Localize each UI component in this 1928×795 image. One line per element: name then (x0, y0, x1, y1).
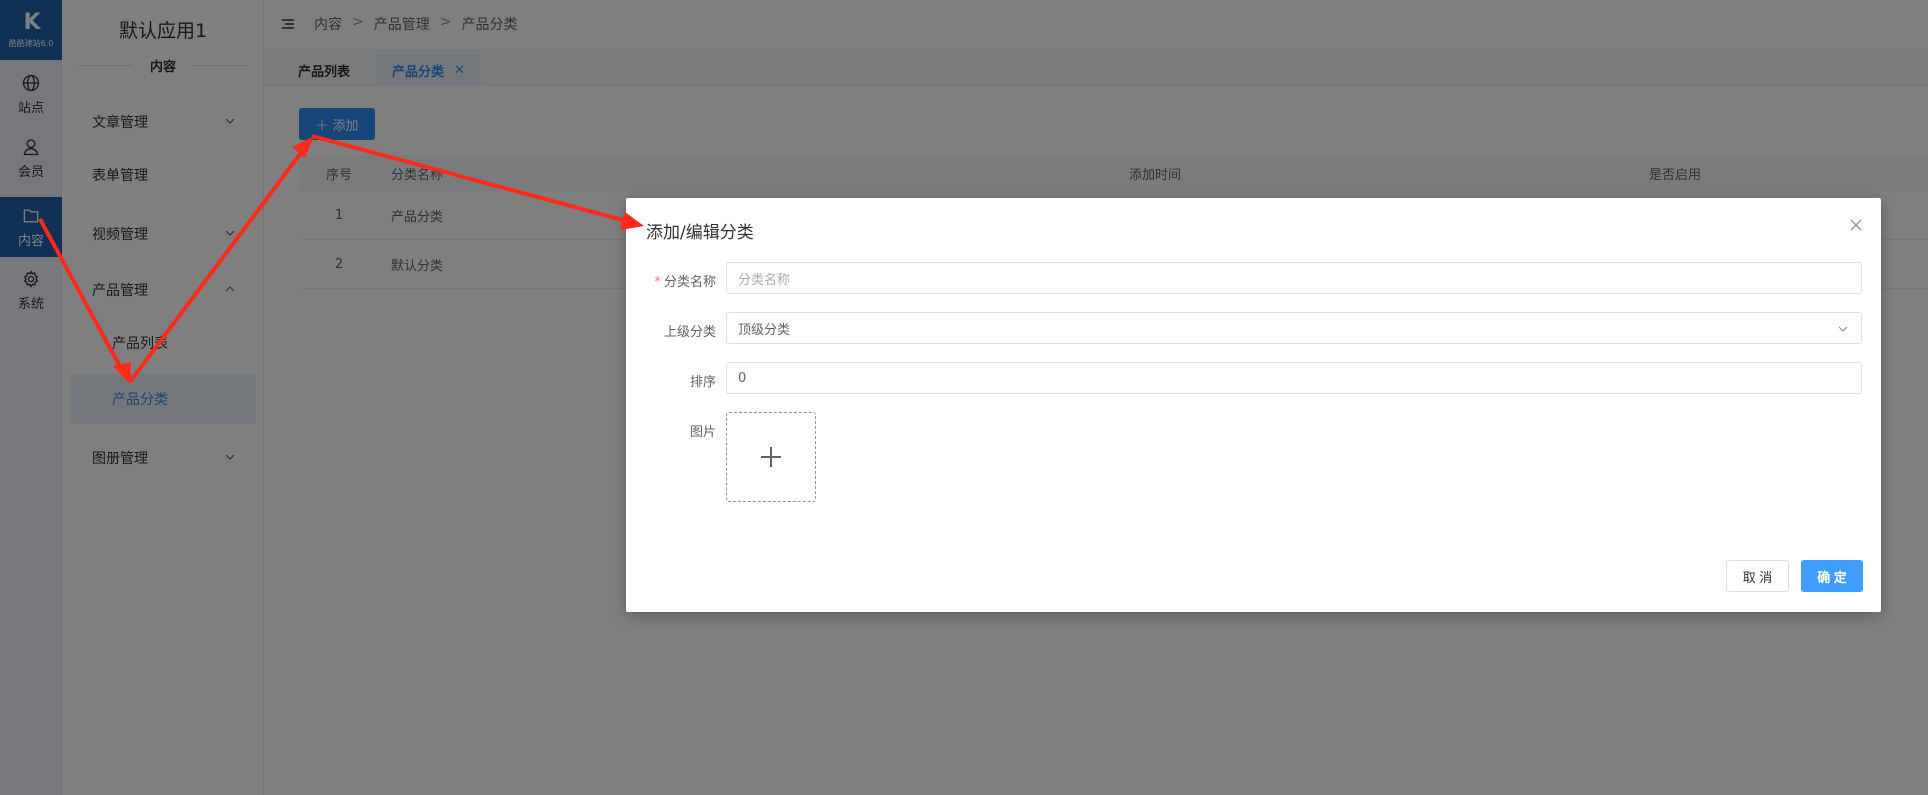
sort-input[interactable]: 0 (726, 362, 1862, 394)
cancel-button[interactable]: 取 消 (1726, 560, 1789, 592)
name-placeholder: 分类名称 (738, 272, 791, 288)
plus-icon (761, 447, 781, 467)
dialog-title: 添加/编辑分类 (646, 223, 754, 243)
close-icon[interactable] (1849, 218, 1863, 232)
name-label: 分类名称 (663, 275, 716, 290)
required-mark: * (654, 275, 661, 290)
sort-label: 排序 (689, 375, 716, 390)
image-label: 图片 (689, 425, 716, 440)
category-name-input[interactable]: 分类名称 (726, 262, 1862, 294)
parent-value: 顶级分类 (738, 322, 791, 338)
parent-category-select[interactable]: 顶级分类 (726, 312, 1862, 344)
chevron-down-icon (1838, 326, 1848, 332)
sort-value: 0 (738, 370, 747, 386)
edit-category-dialog: 添加/编辑分类 * 分类名称 分类名称 上级分类 顶级分类 排序 0 图片 取 消… (626, 198, 1881, 612)
confirm-button[interactable]: 确 定 (1801, 560, 1863, 592)
field-label: * 分类名称 (626, 271, 716, 290)
image-upload[interactable] (726, 412, 816, 502)
parent-label: 上级分类 (663, 325, 716, 340)
